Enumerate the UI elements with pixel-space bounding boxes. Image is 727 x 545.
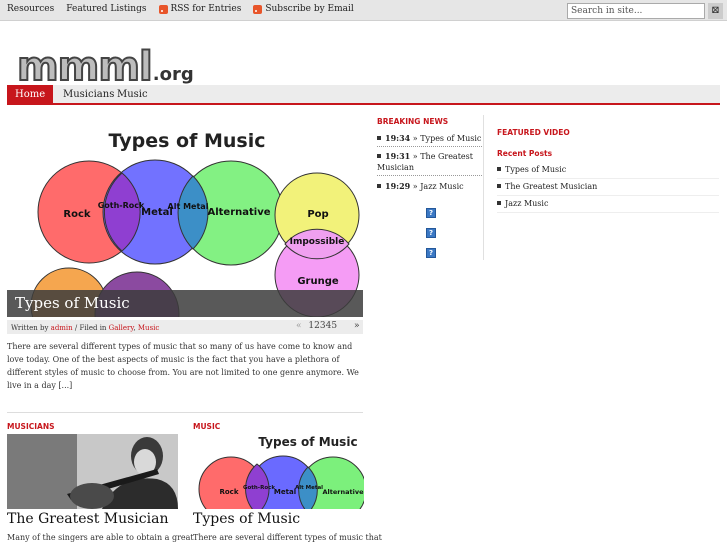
section-music-label[interactable]: MUSIC <box>193 422 220 431</box>
dotted-divider <box>377 146 482 147</box>
svg-text:Metal: Metal <box>274 488 296 496</box>
music-post-title[interactable]: Types of Music <box>193 511 300 527</box>
svg-text:Goth-Rock: Goth-Rock <box>243 485 275 491</box>
svg-text:Alternative: Alternative <box>323 488 364 496</box>
breaking-item-1[interactable]: 19:34 » Types of Music <box>377 133 483 144</box>
bullet-icon <box>377 136 381 140</box>
link-subscribe-email[interactable]: Subscribe by Email <box>253 4 354 14</box>
link-resources[interactable]: Resources <box>7 4 54 14</box>
breaking-item-2[interactable]: 19:31 » The Greatest Musician <box>377 151 483 173</box>
pager-prev[interactable]: « <box>296 321 302 331</box>
bullet-icon <box>497 184 501 188</box>
venn-small-heading: Types of Music <box>258 435 357 449</box>
bullet-icon <box>497 201 501 205</box>
missing-image-icon[interactable]: ? <box>426 248 436 258</box>
venn-label-grunge: Grunge <box>297 276 339 287</box>
dotted-divider <box>377 175 482 176</box>
featured-excerpt: There are several different types of mus… <box>7 342 359 390</box>
bullet-icon <box>497 167 501 171</box>
nav-home[interactable]: Home <box>7 85 54 105</box>
breaking-news-title: BREAKING NEWS <box>377 117 449 126</box>
rss-icon <box>158 4 168 14</box>
musician-thumbnail[interactable] <box>7 434 178 509</box>
recent-divider <box>497 195 719 196</box>
site-logo[interactable]: mmml .org <box>16 43 194 91</box>
missing-image-icon[interactable]: ? <box>426 208 436 218</box>
featured-video-title: FEATURED VIDEO <box>497 128 570 137</box>
svg-text:Alt Metal: Alt Metal <box>295 485 323 491</box>
logo-main: mmml <box>16 43 154 91</box>
pager-next[interactable]: » <box>354 321 360 331</box>
email-label: Subscribe by Email <box>265 4 354 14</box>
venn-label-alternative: Alternative <box>207 207 270 218</box>
svg-text:Rock: Rock <box>219 488 238 496</box>
search-input[interactable] <box>567 3 705 19</box>
venn-label-impossible: Impossible <box>290 237 345 247</box>
musician-photo <box>7 434 178 509</box>
venn-label-pop: Pop <box>307 209 328 220</box>
music-post-excerpt: There are several different types of mus… <box>193 533 382 542</box>
section-divider <box>7 412 363 413</box>
venn-label-goth: Goth-Rock <box>98 201 145 210</box>
section-musicians-label[interactable]: MUSICIANS <box>7 422 55 431</box>
recent-posts-title: Recent Posts <box>497 149 553 158</box>
main-nav: Home Musicians Music <box>7 85 720 105</box>
musician-post-excerpt: Many of the singers are able to obtain a… <box>7 533 194 542</box>
featured-pager: « 12345 » <box>296 321 360 331</box>
category-gallery-link[interactable]: Gallery <box>109 324 134 332</box>
recent-post-1[interactable]: Types of Music <box>497 165 717 174</box>
featured-title[interactable]: Types of Music <box>7 290 363 317</box>
venn-label-altmetal: Alt Metal <box>168 202 209 211</box>
pager-page-5[interactable]: 5 <box>331 321 337 331</box>
link-rss-entries[interactable]: RSS for Entries <box>158 4 242 14</box>
music-thumbnail[interactable]: Types of Music Rock Goth-Rock Metal Alt … <box>193 434 364 509</box>
venn-heading: Types of Music <box>109 130 266 152</box>
venn-label-rock: Rock <box>63 209 90 220</box>
musician-post-title[interactable]: The Greatest Musician <box>7 511 168 527</box>
recent-divider <box>497 178 719 179</box>
breaking-item-3[interactable]: 19:29 » Jazz Music <box>377 181 483 192</box>
bullet-icon <box>377 184 381 188</box>
rss-icon <box>253 4 263 14</box>
logo-suffix: .org <box>152 64 194 85</box>
missing-image-icon[interactable]: ? <box>426 228 436 238</box>
link-featured-listings[interactable]: Featured Listings <box>66 4 146 14</box>
filed-prefix: / Filed in <box>74 324 107 332</box>
top-bar: Resources Featured Listings RSS for Entr… <box>0 0 727 21</box>
music-venn-small: Types of Music Rock Goth-Rock Metal Alt … <box>198 435 364 509</box>
rss-label: RSS for Entries <box>170 4 242 14</box>
types-of-music-venn: Types of Music Rock Goth-Rock Metal Alt … <box>30 130 360 317</box>
bullet-icon <box>377 154 381 158</box>
featured-image[interactable]: Types of Music Rock Goth-Rock Metal Alt … <box>7 116 363 317</box>
author-link[interactable]: admin <box>51 324 73 332</box>
recent-divider <box>497 212 719 213</box>
nav-music[interactable]: Music <box>109 85 156 105</box>
meta-prefix: Written by <box>11 324 49 332</box>
recent-post-3[interactable]: Jazz Music <box>497 199 717 208</box>
category-music-link[interactable]: Music <box>138 324 159 332</box>
search-submit-icon[interactable]: ⊠ <box>708 3 723 19</box>
top-links: Resources Featured Listings RSS for Entr… <box>7 4 366 14</box>
recent-post-2[interactable]: The Greatest Musician <box>497 182 717 191</box>
